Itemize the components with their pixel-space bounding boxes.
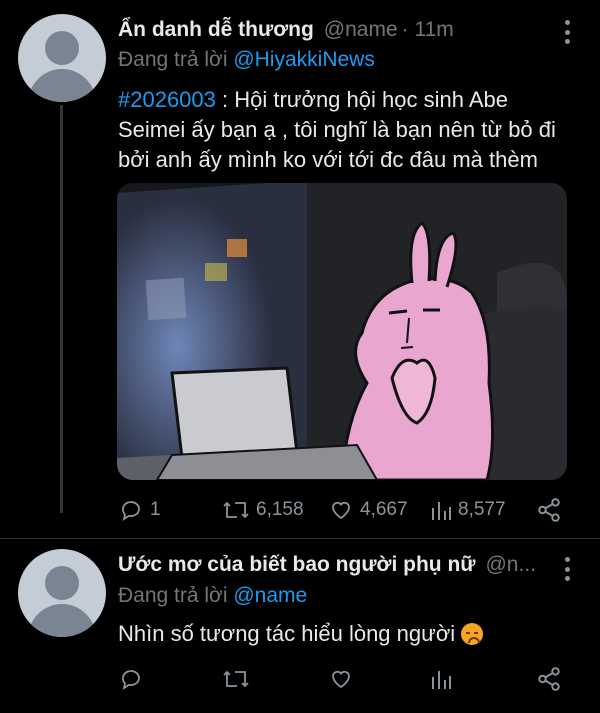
handle[interactable]: @name [324,18,398,42]
avatar[interactable] [18,14,106,102]
share-button[interactable] [536,666,562,692]
hashtag[interactable]: #2026003 [118,87,216,112]
tweet-2[interactable]: Ước mơ của biết bao người phụ nữ @n... Đ… [0,539,600,713]
like-count: 4,667 [360,499,408,520]
tweet-header: Ẩn danh dễ thương @name · 11m [118,18,454,42]
tweet-body: Nhìn số tương tác hiểu lòng người [118,621,456,646]
reply-button[interactable]: 1 [118,498,161,522]
tweet-actions: 1 6,158 4,667 8,577 [118,495,568,525]
views-icon [432,502,451,520]
retweet-icon [223,670,249,688]
replying-mention[interactable]: @name [233,584,307,607]
avatar[interactable] [18,549,106,637]
share-icon [538,498,560,522]
share-button[interactable] [536,497,562,523]
like-button[interactable]: 4,667 [328,498,408,522]
reply-icon [122,670,140,690]
tweet-text: Nhìn số tương tác hiểu lòng người [118,619,578,649]
replying-to: Đang trả lời @name [118,584,307,608]
display-name[interactable]: Ẩn danh dễ thương [118,18,314,42]
reply-icon [122,501,140,521]
retweet-button[interactable]: 6,158 [222,498,304,522]
views-count: 8,577 [458,499,506,520]
thread-line [60,105,63,513]
replying-to: Đang trả lời @HiyakkiNews [118,48,375,72]
retweet-count: 6,158 [256,499,304,520]
retweet-button[interactable] [222,667,250,691]
reply-count: 1 [150,499,161,520]
tweet-text: #2026003 : Hội trưởng hội học sinh Abe S… [118,85,578,175]
heart-icon [332,501,350,520]
views-button[interactable] [430,667,452,691]
replying-prefix: Đang trả lời [118,584,228,607]
share-icon [538,667,560,691]
handle[interactable]: @n... [485,553,536,577]
disappointed-face-emoji-icon [461,623,484,645]
retweet-icon [223,501,249,519]
display-name[interactable]: Ước mơ của biết bao người phụ nữ [118,553,475,577]
heart-icon [332,670,350,689]
tweet-header: Ước mơ của biết bao người phụ nữ @n... [118,553,536,577]
more-options-icon[interactable] [564,20,570,44]
timestamp[interactable]: · 11m [402,18,454,42]
reply-button[interactable] [118,667,144,691]
more-options-icon[interactable] [564,557,570,581]
replying-mention[interactable]: @HiyakkiNews [233,48,375,71]
views-button[interactable]: 8,577 [430,498,506,522]
replying-prefix: Đang trả lời [118,48,228,71]
tweet-1[interactable]: Ẩn danh dễ thương @name · 11m Đang trả l… [0,0,600,530]
like-button[interactable] [328,667,354,691]
tweet-actions [118,664,568,694]
views-icon [432,671,451,689]
pink-rabbit-illustration-icon [117,183,567,480]
tweet-media[interactable] [117,183,567,480]
